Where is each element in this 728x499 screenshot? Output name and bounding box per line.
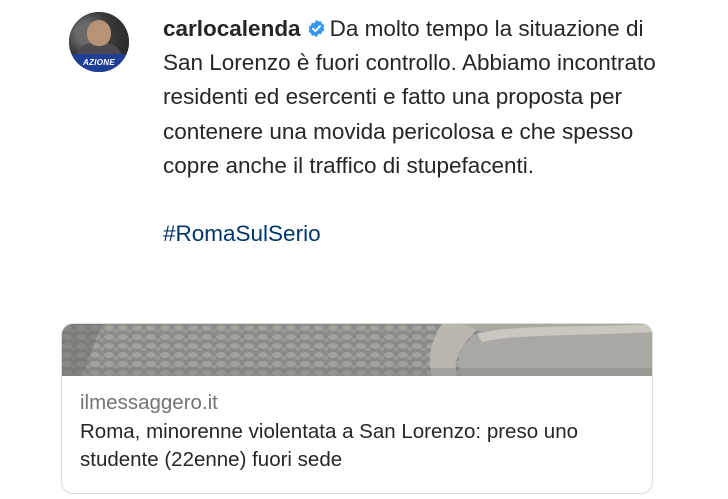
link-domain: ilmessaggero.it [80, 391, 218, 414]
link-preview-body: ilmessaggero.it Roma, minorenne violenta… [80, 388, 640, 474]
link-headline[interactable]: Roma, minorenne violentata a San Lorenzo… [80, 418, 640, 474]
avatar-band-label: AZIONE [82, 58, 116, 67]
username-link[interactable]: carlocalenda [163, 16, 301, 41]
avatar-face [87, 20, 111, 46]
verified-badge-icon [307, 14, 326, 38]
avatar[interactable]: AZIONE [69, 12, 129, 72]
post-caption-block: carlocalenda Da molto tempo la situazione… [163, 12, 663, 251]
hashtag-link[interactable]: #RomaSulSerio [163, 217, 663, 251]
article-thumbnail-image [62, 324, 652, 376]
link-preview-card[interactable]: ilmessaggero.it Roma, minorenne violenta… [61, 323, 653, 494]
